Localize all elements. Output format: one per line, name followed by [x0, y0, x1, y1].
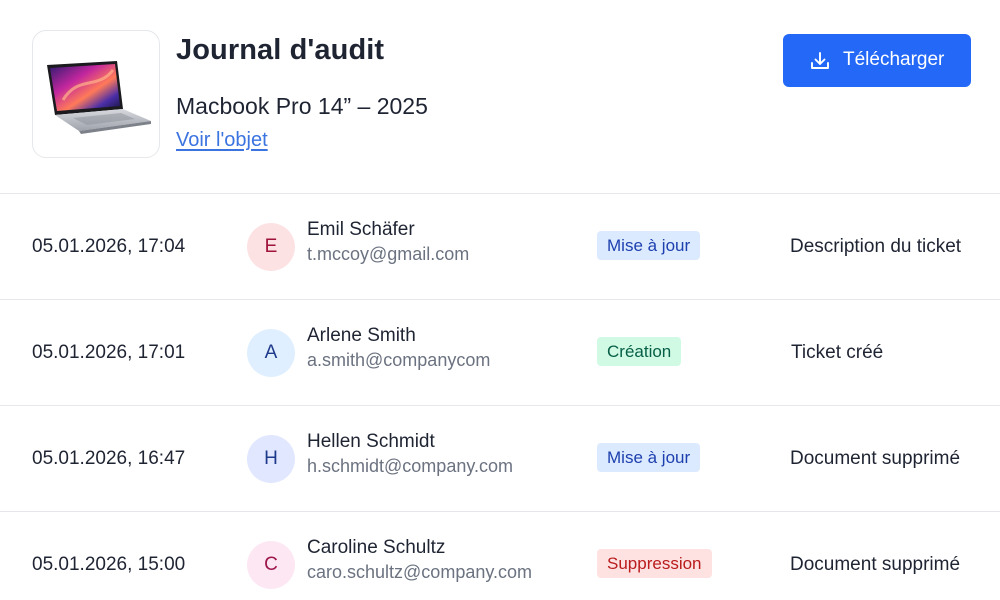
user-name: Emil Schäfer	[307, 219, 415, 240]
user-email: a.smith@companycom	[307, 350, 491, 370]
avatar: A	[247, 329, 295, 377]
product-thumbnail	[32, 30, 160, 158]
row-description: Document supprimé	[790, 554, 961, 575]
row-description: Document supprimé	[790, 448, 961, 469]
user-email: caro.schultz@company.com	[307, 562, 533, 582]
action-badge: Suppression	[597, 549, 712, 578]
audit-header: Journal d'audit Macbook Pro 14” – 2025 V…	[0, 0, 1000, 194]
action-badge: Mise à jour	[597, 443, 701, 472]
row-description: Ticket créé	[791, 342, 884, 363]
action-badge: Mise à jour	[597, 231, 701, 260]
view-object-link[interactable]: Voir l'objet	[176, 129, 268, 152]
avatar: E	[247, 223, 295, 271]
row-date: 05.01.2026, 17:01	[32, 342, 186, 363]
download-label: Télécharger	[843, 49, 945, 70]
user-email: h.schmidt@company.com	[307, 456, 514, 476]
row-date: 05.01.2026, 17:04	[32, 236, 186, 257]
avatar: C	[247, 541, 295, 589]
row-date: 05.01.2026, 15:00	[32, 554, 186, 575]
action-badge: Création	[597, 337, 682, 366]
row-date: 05.01.2026, 16:47	[32, 448, 186, 469]
user-email: t.mccoy@gmail.com	[307, 244, 470, 264]
audit-row: 05.01.2026, 17:01 A Arlene Smith a.smith…	[0, 300, 1000, 406]
avatar: H	[247, 435, 295, 483]
page-title: Journal d'audit	[176, 34, 385, 66]
object-name: Macbook Pro 14” – 2025	[176, 93, 428, 119]
user-name: Caroline Schultz	[307, 537, 446, 558]
user-name: Hellen Schmidt	[307, 431, 435, 452]
download-button[interactable]: Télécharger	[783, 34, 971, 87]
download-icon	[811, 52, 829, 69]
audit-row: 05.01.2026, 15:00 C Caroline Schultz car…	[0, 512, 1000, 600]
user-name: Arlene Smith	[307, 325, 416, 346]
audit-row: 05.01.2026, 17:04 E Emil Schäfer t.mccoy…	[0, 194, 1000, 300]
laptop-image	[47, 61, 151, 134]
audit-row: 05.01.2026, 16:47 H Hellen Schmidt h.sch…	[0, 406, 1000, 512]
row-description: Description du ticket	[790, 236, 962, 257]
